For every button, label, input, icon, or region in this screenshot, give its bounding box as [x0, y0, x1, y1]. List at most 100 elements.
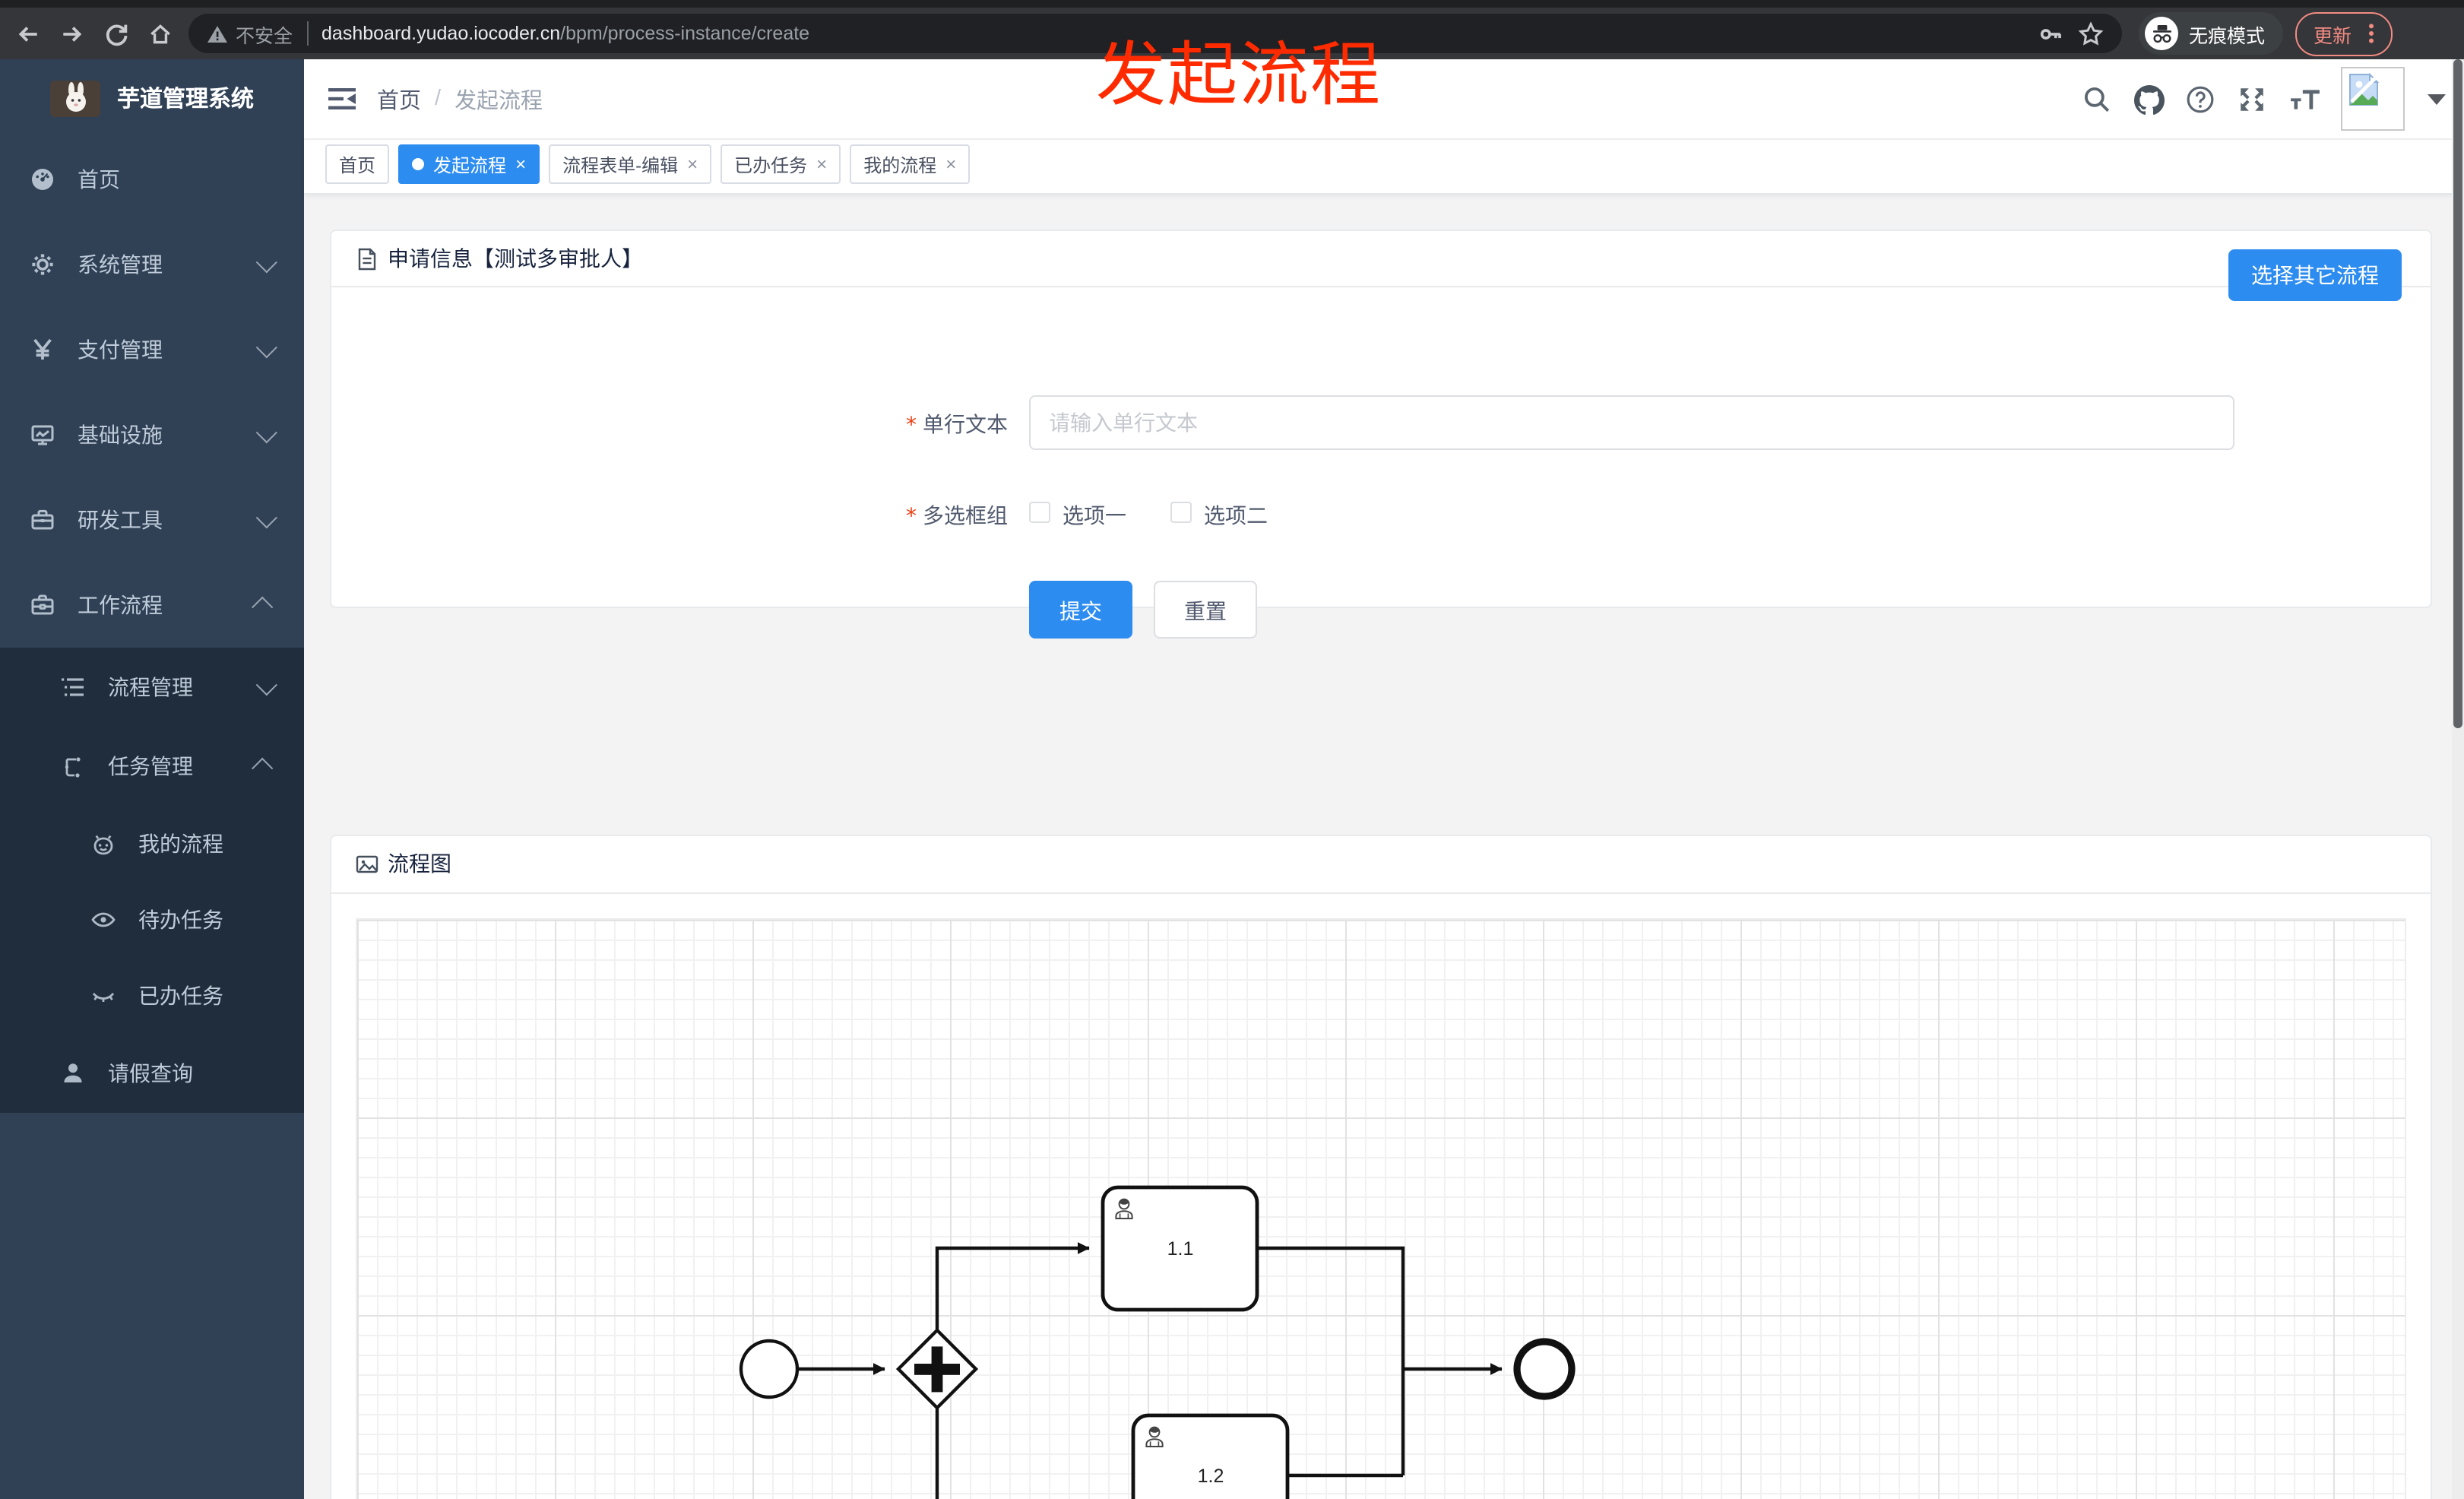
sidebar-item-label: 我的流程: [138, 832, 223, 856]
robot-icon: [91, 832, 116, 856]
page-scrollbar[interactable]: [2452, 59, 2464, 1499]
app-logo[interactable]: 芋道管理系统: [0, 59, 304, 137]
screen: 不安全 dashboard.yudao.iocoder.cn/bpm/proce…: [0, 0, 2464, 1499]
apply-info-card: 申请信息【测试多审批人】 选择其它流程 *单行文本 *多选框组 选项一: [330, 230, 2432, 639]
help-icon[interactable]: [2186, 84, 2215, 113]
sidebar-item-todo-tasks[interactable]: 待办任务: [0, 882, 304, 958]
incognito-badge: 无痕模式: [2139, 12, 2284, 55]
bookmark-star-icon[interactable]: [2073, 17, 2107, 50]
sidebar-item-devtools[interactable]: 研发工具: [0, 477, 304, 563]
yen-icon: [30, 338, 55, 362]
tab-label: 流程表单-编辑: [562, 154, 679, 176]
avatar-caret-icon[interactable]: [2428, 93, 2446, 104]
tab-start-process[interactable]: 发起流程 ×: [398, 144, 540, 184]
sidebar-item-label: 任务管理: [108, 754, 193, 778]
collapse-menu-icon[interactable]: [328, 87, 356, 111]
tags-view-bar: 首页 发起流程 × 流程表单-编辑 × 已办任务 × 我的流程 ×: [304, 140, 2464, 195]
sidebar-item-payment[interactable]: 支付管理: [0, 307, 304, 392]
field-label-single-line-text: * 单行文本: [906, 412, 1008, 438]
chevron-down-icon: [255, 674, 277, 696]
apply-info-card-header: 申请信息【测试多审批人】: [331, 231, 2431, 287]
document-icon: [358, 247, 376, 270]
avatar[interactable]: [2341, 67, 2405, 131]
checkbox-option-two[interactable]: [1170, 502, 1192, 523]
security-chip[interactable]: 不安全: [207, 19, 293, 48]
checkbox-option-one[interactable]: [1029, 502, 1050, 523]
sidebar-item-done-tasks[interactable]: 已办任务: [0, 958, 304, 1034]
bpmn-task-label: 1.1: [1167, 1238, 1194, 1260]
github-icon[interactable]: [2134, 84, 2165, 115]
broken-image-icon: [2349, 73, 2380, 106]
browser-update-button[interactable]: 更新: [2295, 11, 2393, 55]
bpmn-task-label: 1.2: [1198, 1466, 1224, 1487]
sidebar-item-workflow[interactable]: 工作流程: [0, 563, 304, 648]
checkbox-option-one-label[interactable]: 选项一: [1063, 500, 1126, 531]
sidebar-item-label: 支付管理: [78, 338, 163, 362]
tab-close-icon[interactable]: ×: [687, 155, 698, 173]
toolbox-icon: [30, 508, 55, 532]
gear-icon: [30, 252, 55, 277]
font-size-icon[interactable]: [2289, 84, 2320, 113]
process-diagram-card-title: 流程图: [388, 851, 451, 876]
browser-back-icon[interactable]: [11, 17, 44, 50]
fullscreen-icon[interactable]: [2238, 84, 2266, 113]
reset-button[interactable]: 重置: [1154, 581, 1257, 639]
tab-label: 已办任务: [734, 154, 808, 176]
incognito-label: 无痕模式: [2189, 25, 2266, 46]
update-label: 更新: [2314, 25, 2352, 46]
image-icon: [356, 855, 378, 873]
eye-closed-icon: [91, 984, 116, 1008]
sidebar-item-infrastructure[interactable]: 基础设施: [0, 392, 304, 477]
search-icon[interactable]: [2082, 84, 2111, 113]
sidebar-item-leave-query[interactable]: 请假查询: [0, 1034, 304, 1113]
chevron-down-icon: [255, 252, 277, 274]
browser-home-icon[interactable]: [143, 17, 176, 50]
dashboard-icon: [30, 167, 55, 192]
tab-close-icon[interactable]: ×: [945, 155, 956, 173]
tab-form-edit[interactable]: 流程表单-编辑 ×: [549, 144, 712, 184]
browser-forward-icon[interactable]: [55, 17, 88, 50]
breadcrumb-home[interactable]: 首页: [377, 83, 421, 115]
sidebar-item-task-management[interactable]: 任务管理: [0, 727, 304, 806]
tab-label: 发起流程: [433, 154, 507, 176]
bpmn-user-task-1-1: 1.1: [1101, 1185, 1259, 1312]
sidebar-item-label: 已办任务: [138, 984, 223, 1008]
password-key-icon[interactable]: [2034, 17, 2067, 50]
submit-button[interactable]: 提交: [1029, 581, 1132, 639]
sidebar-item-my-process[interactable]: 我的流程: [0, 806, 304, 882]
flow-icon: [61, 754, 85, 778]
scrollbar-thumb[interactable]: [2453, 59, 2462, 728]
bpmn-canvas[interactable]: 1.1 1.2: [356, 918, 2406, 1499]
bpmn-user-task-1-2: 1.2: [1131, 1413, 1290, 1499]
security-label: 不安全: [236, 25, 293, 46]
address-bar[interactable]: 不安全 dashboard.yudao.iocoder.cn/bpm/proce…: [188, 14, 2122, 53]
checkbox-option-two-label[interactable]: 选项二: [1204, 500, 1268, 531]
process-diagram-card: 流程图 1.1 1.2: [330, 835, 2432, 1499]
workflow-submenu: 流程管理 任务管理 我的流程 待办任务 已办任务 请假查询: [0, 648, 304, 1113]
sidebar-item-process-management[interactable]: 流程管理: [0, 648, 304, 727]
sidebar-item-home[interactable]: 首页: [0, 137, 304, 222]
tab-my-process[interactable]: 我的流程 ×: [850, 144, 971, 184]
single-line-text-input[interactable]: [1029, 395, 2234, 450]
eye-icon: [91, 908, 116, 932]
tab-done-tasks[interactable]: 已办任务 ×: [721, 144, 841, 184]
sidebar-item-label: 流程管理: [108, 675, 193, 699]
sidebar-item-label: 系统管理: [78, 252, 163, 277]
tab-close-icon[interactable]: ×: [816, 155, 827, 173]
sidebar-item-system[interactable]: 系统管理: [0, 222, 304, 307]
list-tree-icon: [61, 675, 85, 699]
browser-tabstrip-edge: [0, 0, 2464, 8]
tab-active-dot: [412, 158, 425, 170]
sidebar-item-label: 工作流程: [78, 593, 163, 617]
tab-close-icon[interactable]: ×: [515, 155, 526, 173]
incognito-icon: [2145, 17, 2178, 50]
field-label-checkbox-group: * 多选框组: [906, 503, 1008, 529]
chevron-down-icon: [255, 507, 277, 529]
breadcrumb-current: 发起流程: [454, 89, 543, 113]
bpmn-diagram: 1.1 1.2: [739, 1185, 1576, 1499]
tab-home[interactable]: 首页: [325, 144, 390, 184]
page-content: 申请信息【测试多审批人】 选择其它流程 *单行文本 *多选框组 选项一: [304, 195, 2464, 1499]
chevron-down-icon: [255, 337, 277, 359]
select-other-process-button[interactable]: 选择其它流程: [2228, 249, 2402, 301]
browser-reload-icon[interactable]: [99, 17, 132, 50]
